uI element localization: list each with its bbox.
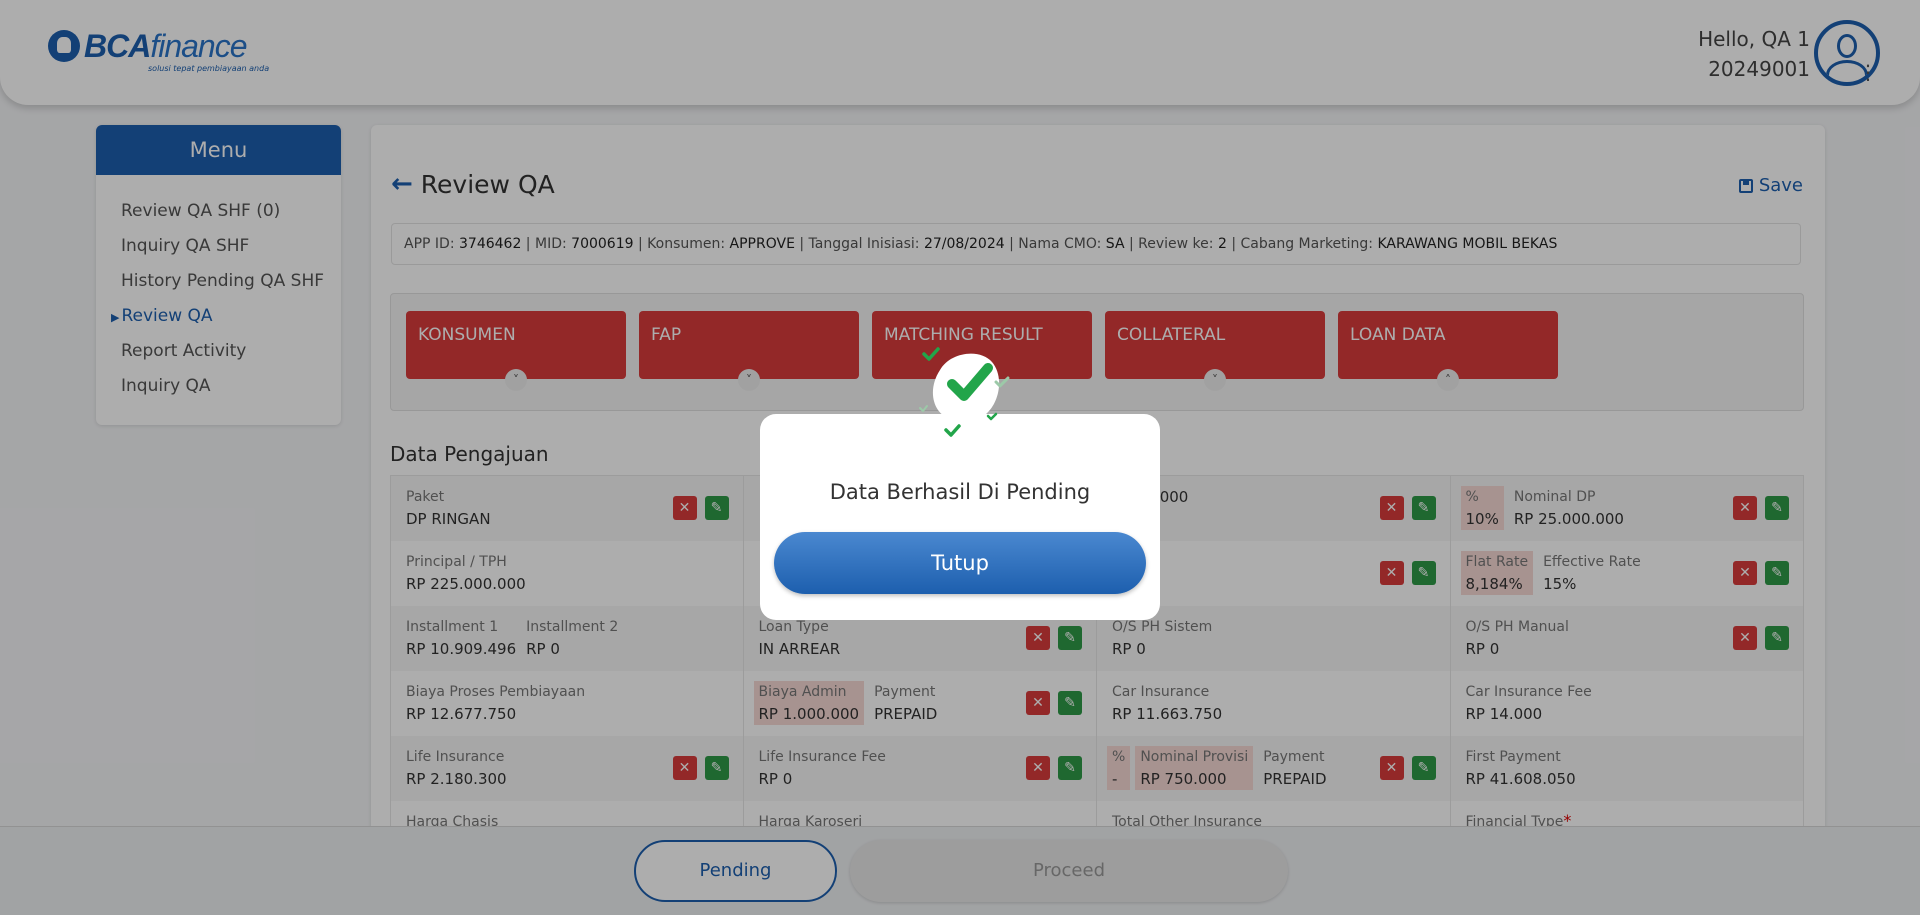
success-check-icon bbox=[919, 347, 1010, 437]
tutup-button[interactable]: Tutup bbox=[774, 532, 1146, 594]
dialog-message: Data Berhasil Di Pending bbox=[829, 480, 1091, 504]
